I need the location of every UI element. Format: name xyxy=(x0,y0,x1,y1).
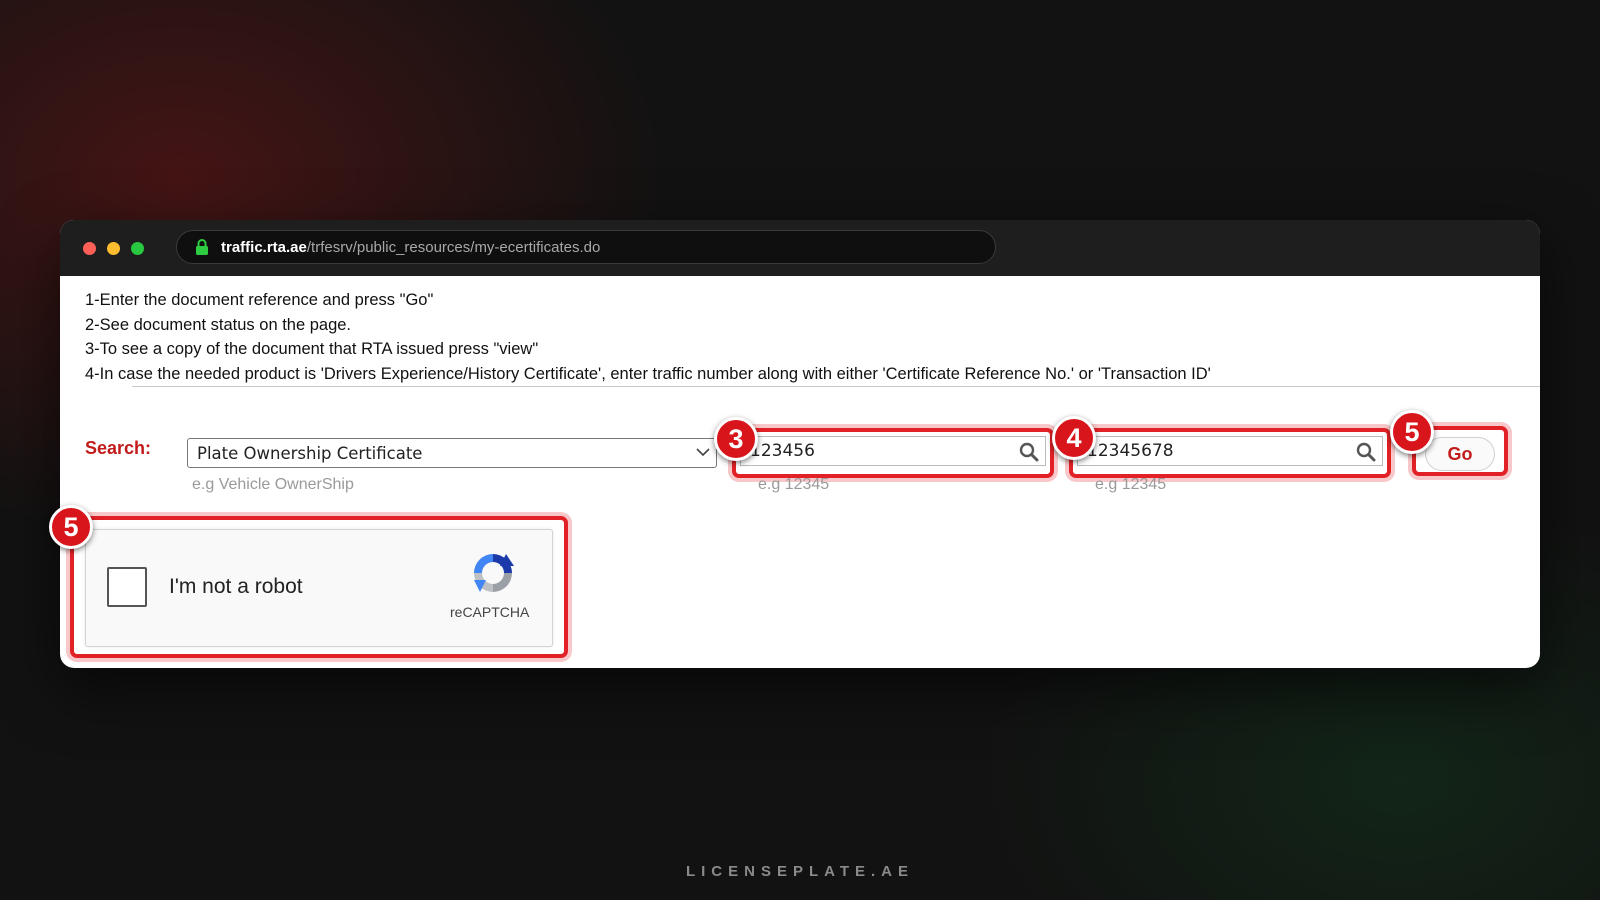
document-type-select[interactable]: Plate Ownership Certificate xyxy=(187,438,717,468)
callout-badge-3: 3 xyxy=(714,417,758,461)
callout-badge-5: 5 xyxy=(1390,410,1434,454)
callout-badge-5: 5 xyxy=(49,505,93,549)
search-label: Search: xyxy=(85,438,152,458)
close-window-button[interactable] xyxy=(83,242,96,255)
minimize-window-button[interactable] xyxy=(107,242,120,255)
lock-icon xyxy=(196,239,208,255)
traffic-number-hint: e.g 12345 xyxy=(1095,476,1167,493)
callout-badge-4: 4 xyxy=(1052,416,1096,460)
instruction-item: 2-See document status on the page. xyxy=(85,315,352,334)
search-icon[interactable] xyxy=(1019,442,1039,462)
recaptcha-checkbox[interactable] xyxy=(107,567,147,607)
recaptcha-brand: reCAPTCHA xyxy=(450,604,530,620)
recaptcha-logo-icon xyxy=(474,554,514,592)
instruction-item: 3-To see a copy of the document that RTA… xyxy=(85,340,539,359)
instruction-item: 4-In case the needed product is 'Drivers… xyxy=(85,364,1211,383)
select-value: Plate Ownership Certificate xyxy=(197,443,423,463)
browser-window: traffic.rta.ae/trfesrv/public_resources/… xyxy=(60,220,1540,668)
maximize-window-button[interactable] xyxy=(131,242,144,255)
reference-input-value: 123456 xyxy=(750,441,815,461)
recaptcha-widget: I'm not a robot reCAPTCHA xyxy=(85,529,553,647)
divider xyxy=(132,386,1540,387)
url-host: traffic.rta.ae xyxy=(221,238,307,256)
browser-titlebar: traffic.rta.ae/trfesrv/public_resources/… xyxy=(60,220,1540,276)
traffic-number-input-value: 12345678 xyxy=(1087,441,1174,461)
go-button[interactable]: Go xyxy=(1425,437,1495,471)
traffic-number-input[interactable]: 12345678 xyxy=(1077,436,1383,466)
reference-input[interactable]: 123456 xyxy=(740,436,1046,466)
select-hint: e.g Vehicle OwnerShip xyxy=(192,476,354,493)
search-icon[interactable] xyxy=(1356,442,1376,462)
chevron-down-icon xyxy=(696,448,710,457)
page-content: 1-Enter the document reference and press… xyxy=(60,276,1540,668)
address-bar[interactable]: traffic.rta.ae/trfesrv/public_resources/… xyxy=(176,230,996,264)
footer-watermark: LICENSEPLATE.AE xyxy=(685,863,915,880)
reference-hint: e.g 12345 xyxy=(758,476,830,493)
instructions-list: 1-Enter the document reference and press… xyxy=(85,288,1211,386)
url-path: /trfesrv/public_resources/my-ecertificat… xyxy=(306,238,601,256)
instruction-item: 1-Enter the document reference and press… xyxy=(85,291,434,309)
recaptcha-label: I'm not a robot xyxy=(169,575,303,598)
